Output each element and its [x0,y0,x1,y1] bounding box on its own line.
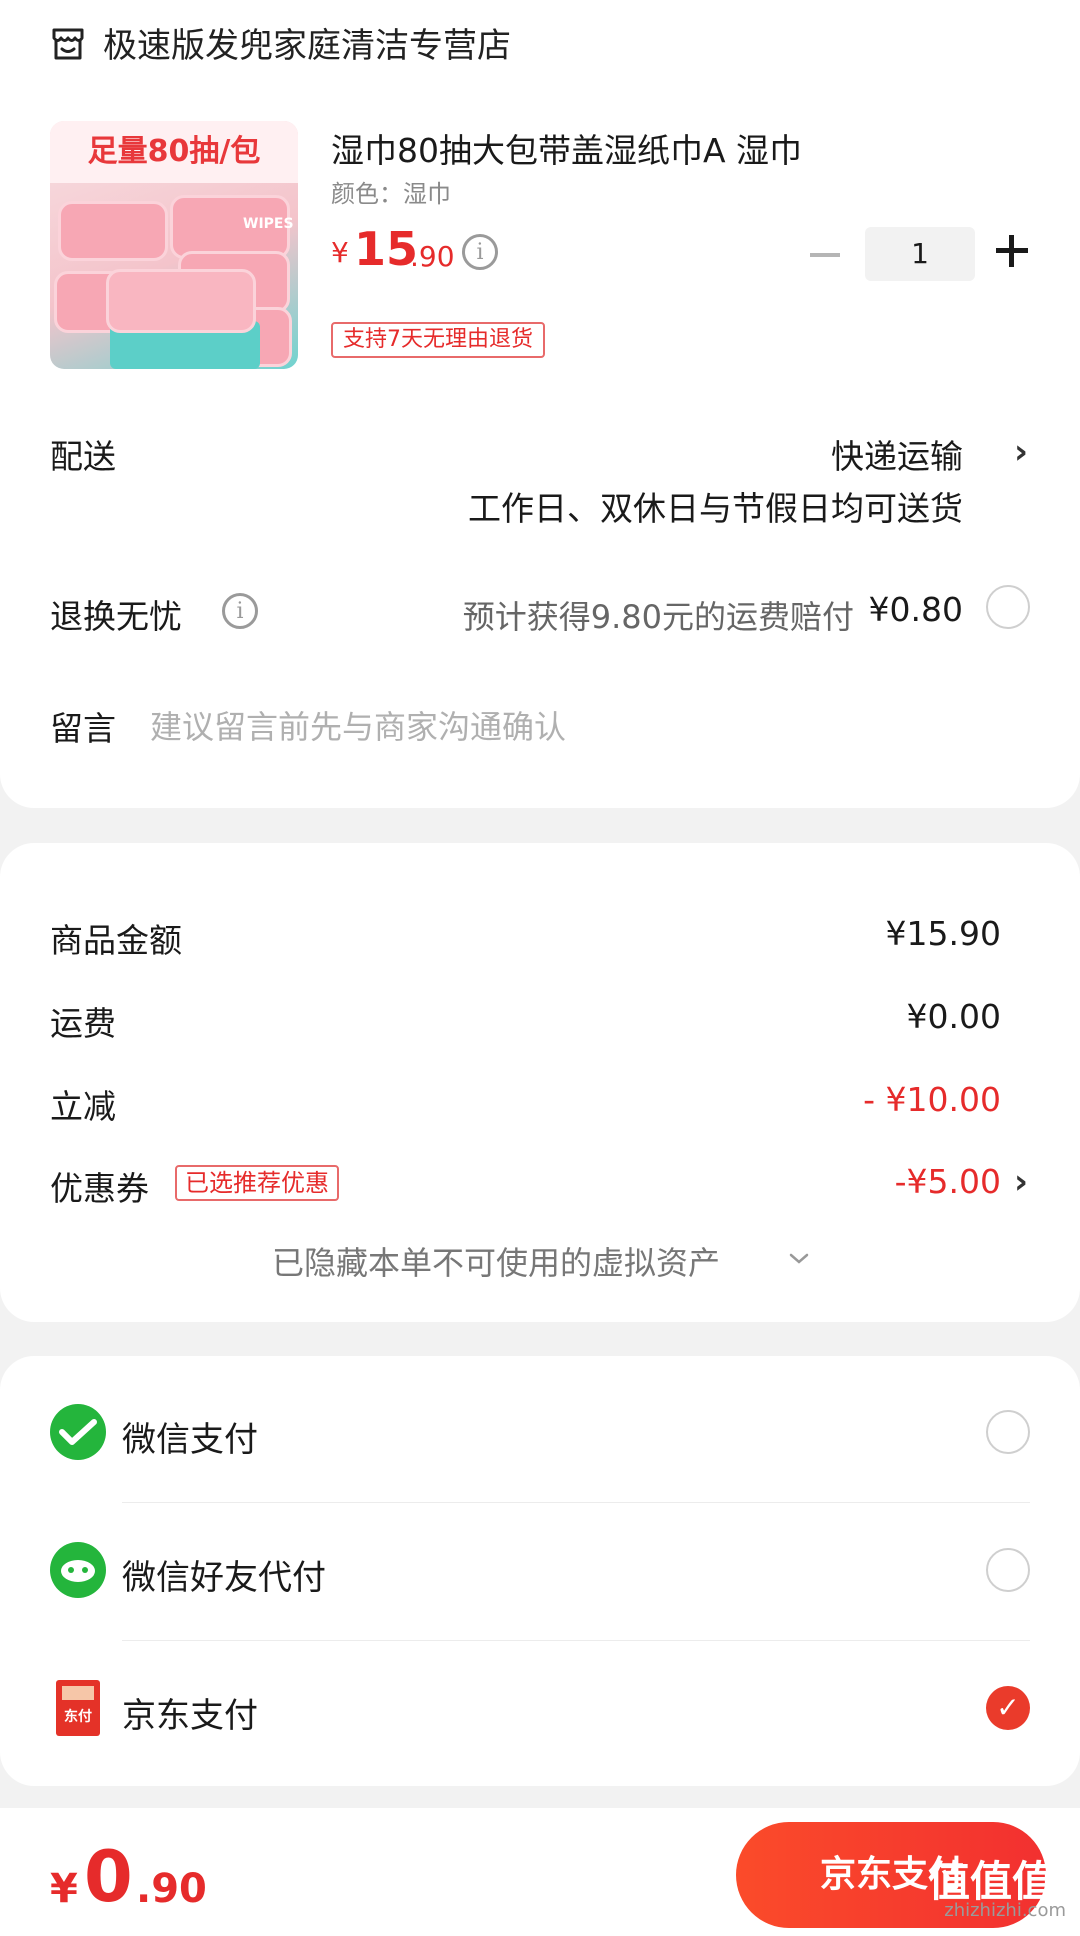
discount-value: - ¥10.00 [863,1080,1001,1119]
store-icon [52,28,84,60]
shipping-label: 运费 [50,1004,116,1043]
quantity-minus-button[interactable] [810,253,840,257]
quantity-plus-button[interactable] [996,235,1028,267]
quantity-input[interactable]: 1 [865,227,975,281]
total-symbol: ¥ [50,1866,78,1912]
return-insurance-radio[interactable] [986,585,1030,629]
product-image-banner: 足量80抽/包 [50,121,298,183]
delivery-method[interactable]: 快递运输 [831,430,963,478]
pack-label: WIPES [243,216,294,232]
coupon-chevron-icon[interactable]: › [1014,1162,1028,1202]
payment-option-jd[interactable]: 京东支付 [122,1688,258,1737]
coupon-value[interactable]: -¥5.00 [895,1162,1001,1201]
payment-option-wechat[interactable]: 微信支付 [122,1412,258,1461]
coupon-label: 优惠券 [50,1169,149,1208]
remark-input[interactable]: 建议留言前先与商家沟通确认 [150,702,566,748]
return-insurance-desc: 预计获得9.80元的运费赔付 [462,598,854,636]
wipes-pack-image [58,201,168,261]
coupon-tag: 已选推荐优惠 [175,1165,339,1201]
return-insurance-price: ¥0.80 [868,590,963,629]
wechat-pay-icon [50,1404,106,1460]
delivery-note: 工作日、双休日与节假日均可送货 [468,489,963,528]
shipping-value: ¥0.00 [906,997,1001,1036]
chevron-down-icon[interactable] [788,1252,810,1266]
price-symbol: ¥ [331,236,349,269]
total-decimal: .90 [136,1866,207,1912]
return-policy-badge: 支持7天无理由退货 [331,322,545,358]
jd-pay-icon: 东付 [56,1680,100,1736]
hidden-assets-toggle[interactable]: 已隐藏本单不可使用的虚拟资产 [272,1238,720,1284]
return-insurance-info-icon[interactable]: i [222,593,258,629]
wipes-pack-front-image [106,269,256,333]
wechat-friend-pay-icon [50,1542,106,1598]
goods-amount-label: 商品金额 [50,921,182,960]
remark-label: 留言 [50,709,116,748]
product-title[interactable]: 湿巾80抽大包带盖湿纸巾A 湿巾 [331,124,802,172]
price-decimal: .90 [410,240,455,273]
store-name[interactable]: 极速版发兜家庭清洁专营店 [103,18,511,67]
delivery-label: 配送 [50,437,116,476]
watermark: zhizhizhi.com [944,1900,1066,1921]
product-spec: 颜色：湿巾 [331,180,451,208]
jd-pay-icon-text: 东付 [64,1709,92,1725]
price-integer: 15 [354,222,419,276]
total-integer: 0 [84,1836,133,1918]
wechat-pay-radio[interactable] [986,1410,1030,1454]
divider [122,1502,1030,1503]
jd-pay-icon-stripe [62,1686,94,1700]
wipes-pack-image: WIPES [170,195,294,259]
divider [122,1640,1030,1641]
payment-option-wechat-friend[interactable]: 微信好友代付 [122,1550,326,1599]
price-info-icon[interactable]: i [462,234,498,270]
product-image[interactable]: 足量80抽/包 WIPES [50,121,298,369]
jd-pay-radio-checked[interactable]: ✓ [986,1686,1030,1730]
discount-label: 立减 [50,1087,116,1126]
wechat-friend-pay-radio[interactable] [986,1548,1030,1592]
return-insurance-label: 退换无忧 [50,597,182,636]
delivery-chevron-icon[interactable]: › [1014,432,1028,472]
goods-amount-value: ¥15.90 [885,914,1001,953]
